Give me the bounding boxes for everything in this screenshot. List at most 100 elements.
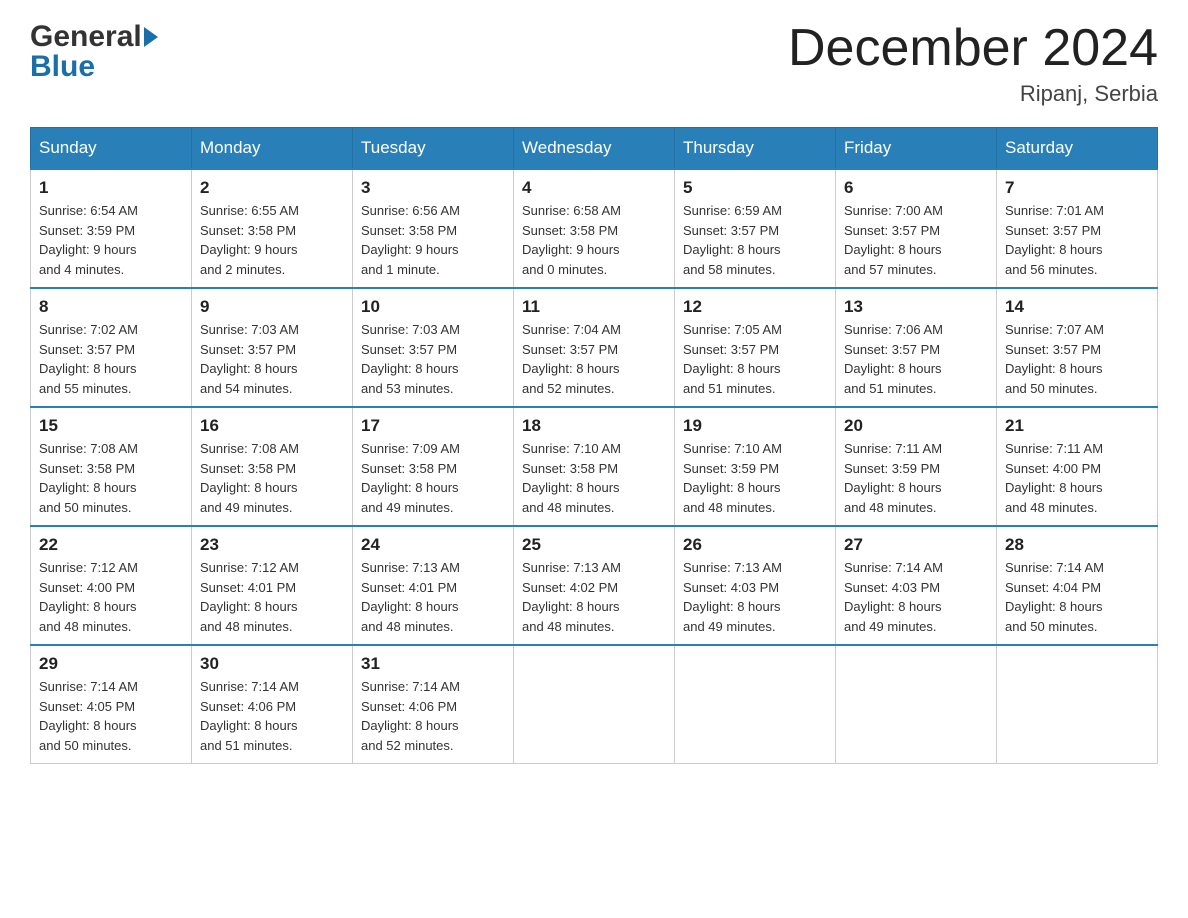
- day-number: 18: [522, 416, 666, 436]
- day-info: Sunrise: 6:54 AMSunset: 3:59 PMDaylight:…: [39, 203, 138, 277]
- day-cell: 2 Sunrise: 6:55 AMSunset: 3:58 PMDayligh…: [192, 169, 353, 288]
- day-cell: 7 Sunrise: 7:01 AMSunset: 3:57 PMDayligh…: [997, 169, 1158, 288]
- day-info: Sunrise: 7:01 AMSunset: 3:57 PMDaylight:…: [1005, 203, 1104, 277]
- day-number: 25: [522, 535, 666, 555]
- day-cell: 26 Sunrise: 7:13 AMSunset: 4:03 PMDaylig…: [675, 526, 836, 645]
- day-number: 31: [361, 654, 505, 674]
- day-cell: 27 Sunrise: 7:14 AMSunset: 4:03 PMDaylig…: [836, 526, 997, 645]
- week-row-4: 22 Sunrise: 7:12 AMSunset: 4:00 PMDaylig…: [31, 526, 1158, 645]
- day-number: 10: [361, 297, 505, 317]
- day-info: Sunrise: 7:11 AMSunset: 3:59 PMDaylight:…: [844, 441, 942, 515]
- day-info: Sunrise: 7:03 AMSunset: 3:57 PMDaylight:…: [361, 322, 460, 396]
- day-cell: [514, 645, 675, 764]
- day-cell: 1 Sunrise: 6:54 AMSunset: 3:59 PMDayligh…: [31, 169, 192, 288]
- day-cell: 23 Sunrise: 7:12 AMSunset: 4:01 PMDaylig…: [192, 526, 353, 645]
- day-info: Sunrise: 7:14 AMSunset: 4:05 PMDaylight:…: [39, 679, 138, 753]
- day-cell: [997, 645, 1158, 764]
- day-cell: 8 Sunrise: 7:02 AMSunset: 3:57 PMDayligh…: [31, 288, 192, 407]
- day-number: 15: [39, 416, 183, 436]
- day-cell: 16 Sunrise: 7:08 AMSunset: 3:58 PMDaylig…: [192, 407, 353, 526]
- day-number: 29: [39, 654, 183, 674]
- location-subtitle: Ripanj, Serbia: [788, 81, 1158, 107]
- day-number: 16: [200, 416, 344, 436]
- logo-blue-text: Blue: [30, 50, 95, 84]
- day-info: Sunrise: 7:10 AMSunset: 3:59 PMDaylight:…: [683, 441, 782, 515]
- logo-row1: General: [30, 20, 158, 54]
- day-cell: 6 Sunrise: 7:00 AMSunset: 3:57 PMDayligh…: [836, 169, 997, 288]
- day-info: Sunrise: 7:10 AMSunset: 3:58 PMDaylight:…: [522, 441, 621, 515]
- day-number: 1: [39, 178, 183, 198]
- week-row-3: 15 Sunrise: 7:08 AMSunset: 3:58 PMDaylig…: [31, 407, 1158, 526]
- day-number: 12: [683, 297, 827, 317]
- day-number: 11: [522, 297, 666, 317]
- day-cell: 20 Sunrise: 7:11 AMSunset: 3:59 PMDaylig…: [836, 407, 997, 526]
- day-info: Sunrise: 7:07 AMSunset: 3:57 PMDaylight:…: [1005, 322, 1104, 396]
- day-number: 6: [844, 178, 988, 198]
- day-cell: 15 Sunrise: 7:08 AMSunset: 3:58 PMDaylig…: [31, 407, 192, 526]
- day-cell: 30 Sunrise: 7:14 AMSunset: 4:06 PMDaylig…: [192, 645, 353, 764]
- month-title: December 2024: [788, 20, 1158, 77]
- page-header: General Blue December 2024 Ripanj, Serbi…: [30, 20, 1158, 107]
- day-number: 3: [361, 178, 505, 198]
- day-info: Sunrise: 7:05 AMSunset: 3:57 PMDaylight:…: [683, 322, 782, 396]
- logo-arrow-icon: [144, 27, 158, 47]
- day-cell: [836, 645, 997, 764]
- week-row-1: 1 Sunrise: 6:54 AMSunset: 3:59 PMDayligh…: [31, 169, 1158, 288]
- day-info: Sunrise: 7:14 AMSunset: 4:06 PMDaylight:…: [200, 679, 299, 753]
- day-number: 24: [361, 535, 505, 555]
- day-cell: 12 Sunrise: 7:05 AMSunset: 3:57 PMDaylig…: [675, 288, 836, 407]
- day-number: 13: [844, 297, 988, 317]
- day-cell: 17 Sunrise: 7:09 AMSunset: 3:58 PMDaylig…: [353, 407, 514, 526]
- day-info: Sunrise: 7:13 AMSunset: 4:02 PMDaylight:…: [522, 560, 621, 634]
- day-cell: 4 Sunrise: 6:58 AMSunset: 3:58 PMDayligh…: [514, 169, 675, 288]
- day-info: Sunrise: 7:06 AMSunset: 3:57 PMDaylight:…: [844, 322, 943, 396]
- day-number: 28: [1005, 535, 1149, 555]
- calendar-header: SundayMondayTuesdayWednesdayThursdayFrid…: [31, 128, 1158, 170]
- day-info: Sunrise: 7:14 AMSunset: 4:03 PMDaylight:…: [844, 560, 943, 634]
- day-number: 30: [200, 654, 344, 674]
- day-number: 23: [200, 535, 344, 555]
- day-cell: [675, 645, 836, 764]
- day-number: 4: [522, 178, 666, 198]
- day-cell: 21 Sunrise: 7:11 AMSunset: 4:00 PMDaylig…: [997, 407, 1158, 526]
- day-number: 22: [39, 535, 183, 555]
- day-info: Sunrise: 7:12 AMSunset: 4:00 PMDaylight:…: [39, 560, 138, 634]
- day-cell: 3 Sunrise: 6:56 AMSunset: 3:58 PMDayligh…: [353, 169, 514, 288]
- week-row-2: 8 Sunrise: 7:02 AMSunset: 3:57 PMDayligh…: [31, 288, 1158, 407]
- logo-general-text: General: [30, 20, 142, 54]
- day-number: 19: [683, 416, 827, 436]
- day-info: Sunrise: 7:02 AMSunset: 3:57 PMDaylight:…: [39, 322, 138, 396]
- day-cell: 11 Sunrise: 7:04 AMSunset: 3:57 PMDaylig…: [514, 288, 675, 407]
- day-cell: 22 Sunrise: 7:12 AMSunset: 4:00 PMDaylig…: [31, 526, 192, 645]
- day-info: Sunrise: 7:03 AMSunset: 3:57 PMDaylight:…: [200, 322, 299, 396]
- day-number: 7: [1005, 178, 1149, 198]
- day-cell: 13 Sunrise: 7:06 AMSunset: 3:57 PMDaylig…: [836, 288, 997, 407]
- day-info: Sunrise: 6:58 AMSunset: 3:58 PMDaylight:…: [522, 203, 621, 277]
- day-number: 21: [1005, 416, 1149, 436]
- day-info: Sunrise: 7:11 AMSunset: 4:00 PMDaylight:…: [1005, 441, 1103, 515]
- day-info: Sunrise: 7:13 AMSunset: 4:01 PMDaylight:…: [361, 560, 460, 634]
- day-cell: 29 Sunrise: 7:14 AMSunset: 4:05 PMDaylig…: [31, 645, 192, 764]
- day-number: 27: [844, 535, 988, 555]
- calendar-body: 1 Sunrise: 6:54 AMSunset: 3:59 PMDayligh…: [31, 169, 1158, 764]
- day-info: Sunrise: 7:14 AMSunset: 4:06 PMDaylight:…: [361, 679, 460, 753]
- day-cell: 24 Sunrise: 7:13 AMSunset: 4:01 PMDaylig…: [353, 526, 514, 645]
- day-number: 5: [683, 178, 827, 198]
- logo: General Blue: [30, 20, 158, 84]
- day-cell: 19 Sunrise: 7:10 AMSunset: 3:59 PMDaylig…: [675, 407, 836, 526]
- day-info: Sunrise: 7:04 AMSunset: 3:57 PMDaylight:…: [522, 322, 621, 396]
- header-cell-thursday: Thursday: [675, 128, 836, 170]
- day-number: 17: [361, 416, 505, 436]
- week-row-5: 29 Sunrise: 7:14 AMSunset: 4:05 PMDaylig…: [31, 645, 1158, 764]
- header-cell-sunday: Sunday: [31, 128, 192, 170]
- header-row: SundayMondayTuesdayWednesdayThursdayFrid…: [31, 128, 1158, 170]
- day-info: Sunrise: 7:13 AMSunset: 4:03 PMDaylight:…: [683, 560, 782, 634]
- day-info: Sunrise: 6:55 AMSunset: 3:58 PMDaylight:…: [200, 203, 299, 277]
- header-cell-tuesday: Tuesday: [353, 128, 514, 170]
- day-number: 20: [844, 416, 988, 436]
- day-number: 9: [200, 297, 344, 317]
- day-number: 14: [1005, 297, 1149, 317]
- day-number: 26: [683, 535, 827, 555]
- day-info: Sunrise: 7:09 AMSunset: 3:58 PMDaylight:…: [361, 441, 460, 515]
- header-cell-saturday: Saturday: [997, 128, 1158, 170]
